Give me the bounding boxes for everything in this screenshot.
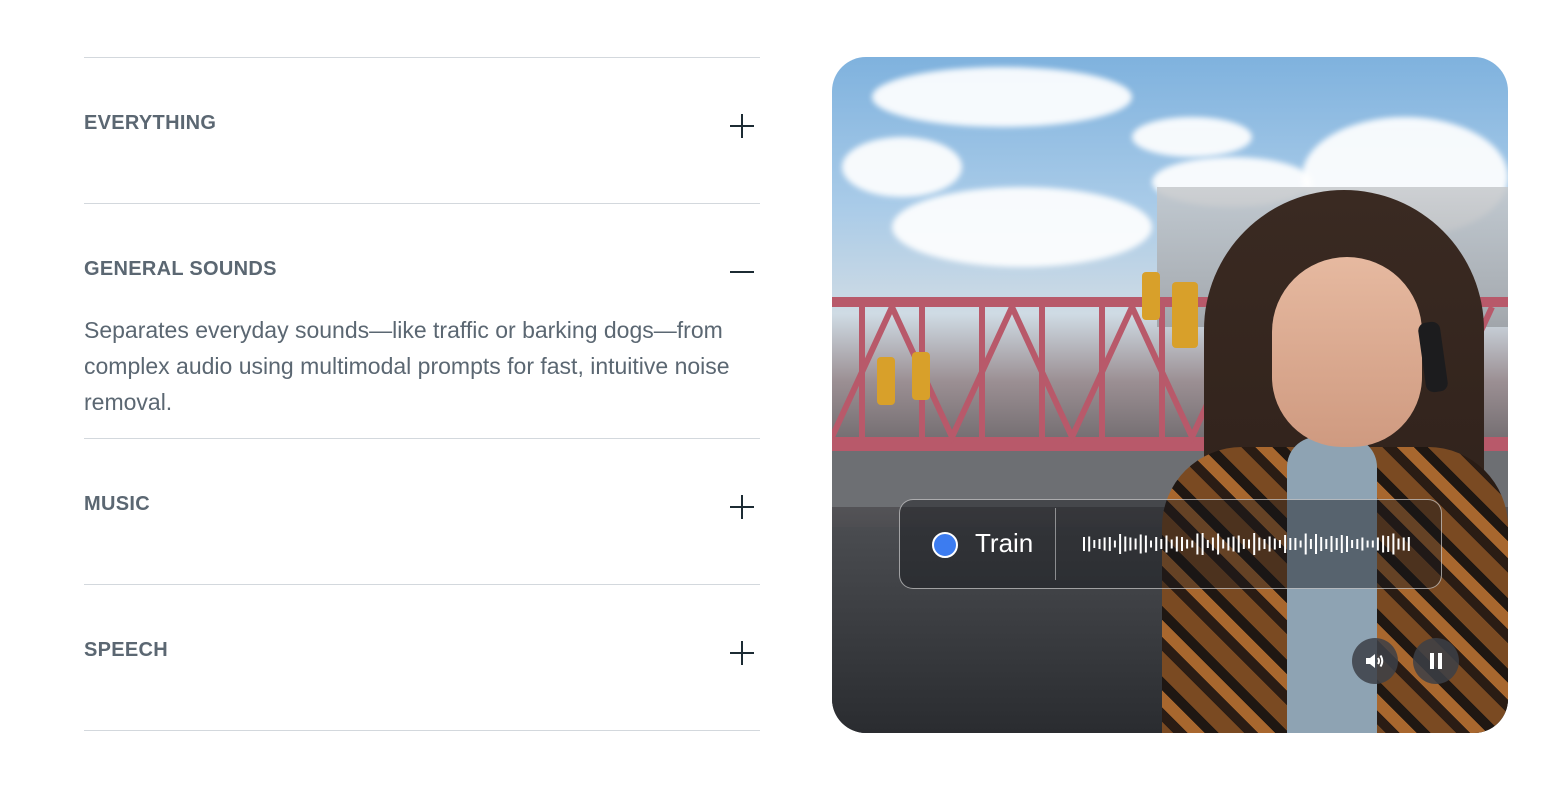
accordion-title: MUSIC: [84, 493, 150, 515]
person-face: [1272, 257, 1422, 447]
demo-video[interactable]: [832, 57, 1508, 733]
plus-icon[interactable]: [730, 495, 754, 519]
minus-icon[interactable]: [730, 260, 754, 284]
accordion-item-music[interactable]: MUSIC: [84, 438, 760, 584]
cloud: [1132, 117, 1252, 157]
volume-button[interactable]: [1352, 638, 1398, 684]
accordion-item-general-sounds[interactable]: GENERAL SOUNDS Separates everyday sounds…: [84, 203, 760, 438]
divider: [1055, 508, 1056, 580]
accordion-item-speech[interactable]: SPEECH: [84, 584, 760, 731]
plus-icon[interactable]: [730, 641, 754, 665]
traffic-light: [1142, 272, 1160, 320]
accordion-title: EVERYTHING: [84, 112, 217, 134]
status-dot: [932, 532, 958, 558]
accordion-item-everything[interactable]: EVERYTHING: [84, 57, 760, 203]
speaker-icon: [1366, 654, 1384, 668]
cloud: [872, 67, 1132, 127]
plus-icon[interactable]: [730, 114, 754, 138]
accordion-title: SPEECH: [84, 639, 169, 661]
traffic-light: [912, 352, 930, 400]
cloud: [892, 187, 1152, 267]
traffic-light: [1172, 282, 1198, 348]
accordion: EVERYTHING GENERAL SOUNDS Separates ever…: [84, 57, 760, 731]
traffic-light: [877, 357, 895, 405]
pause-icon: [1430, 653, 1442, 669]
accordion-description: Separates everyday sounds—like traffic o…: [84, 317, 730, 415]
waveform-icon: [1083, 533, 1410, 555]
accordion-title: GENERAL SOUNDS: [84, 258, 277, 280]
sound-tag-label: Train: [975, 528, 1034, 558]
cloud: [842, 137, 962, 197]
sound-tag[interactable]: Train: [899, 499, 1442, 589]
pause-button[interactable]: [1413, 638, 1459, 684]
